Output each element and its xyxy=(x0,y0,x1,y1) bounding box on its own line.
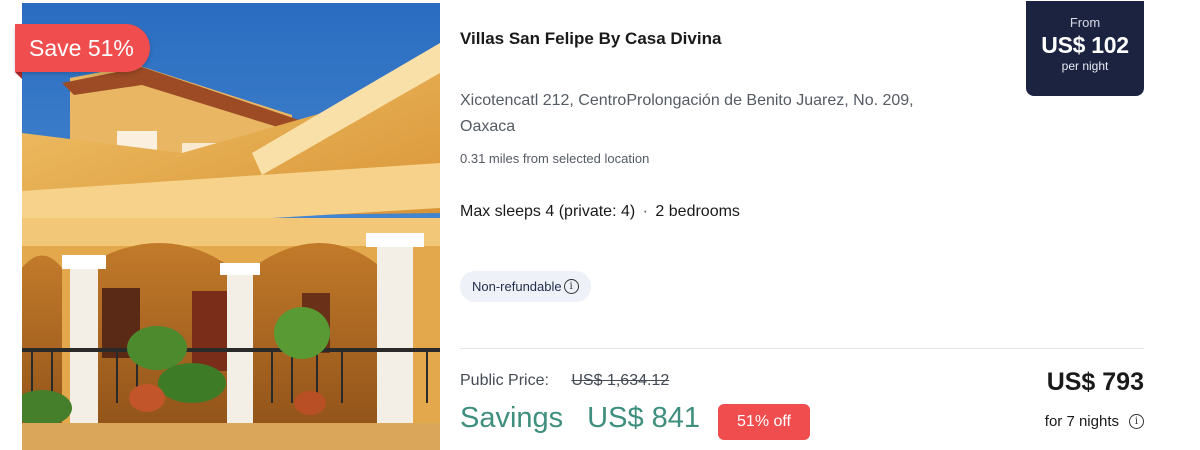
address-line-1: Xicotencatl 212, CentroProlongación de B… xyxy=(460,92,914,109)
save-badge-fold xyxy=(15,72,22,79)
savings: Savings US$ 841 xyxy=(460,402,700,435)
distance-text: 0.31 miles from selected location xyxy=(460,151,650,166)
bedrooms-count: 2 bedrooms xyxy=(655,203,740,220)
nightly-price: US$ 102 xyxy=(1041,32,1129,58)
public-price: Public Price: US$ 1,634.12 xyxy=(460,372,669,390)
info-icon[interactable]: i xyxy=(1129,414,1144,429)
nightly-price-tag: From US$ 102 per night xyxy=(1026,1,1144,96)
save-percent-badge: Save 51% xyxy=(15,24,150,72)
divider xyxy=(460,348,1144,349)
public-price-value: US$ 1,634.12 xyxy=(571,372,670,389)
savings-value: US$ 841 xyxy=(587,402,701,434)
separator-dot: · xyxy=(642,203,648,220)
refund-policy-chip[interactable]: Non-refundable i xyxy=(460,271,591,302)
address-line-2: Oaxaca xyxy=(460,118,516,135)
refund-policy-label: Non-refundable xyxy=(472,279,562,294)
hotel-listing-card[interactable]: Save 51% Villas San Felipe By Casa Divin… xyxy=(0,0,1200,450)
public-price-label: Public Price: xyxy=(460,372,549,389)
savings-label: Savings xyxy=(460,402,564,434)
stay-length: for 7 nights i xyxy=(1045,413,1144,430)
total-price: US$ 793 xyxy=(1046,368,1144,396)
discount-badge: 51% off xyxy=(718,404,810,440)
per-night-label: per night xyxy=(1061,59,1109,73)
info-icon[interactable]: i xyxy=(563,279,579,294)
from-label: From xyxy=(1069,15,1101,30)
nights-label: for 7 nights xyxy=(1044,413,1119,430)
hotel-name-link[interactable]: Villas San Felipe By Casa Divina xyxy=(460,29,721,49)
max-sleeps: Max sleeps 4 (private: 4) xyxy=(460,203,636,220)
hotel-address: Xicotencatl 212, CentroProlongación de B… xyxy=(460,88,1020,140)
occupancy-info: Max sleeps 4 (private: 4) · 2 bedrooms xyxy=(460,203,740,221)
